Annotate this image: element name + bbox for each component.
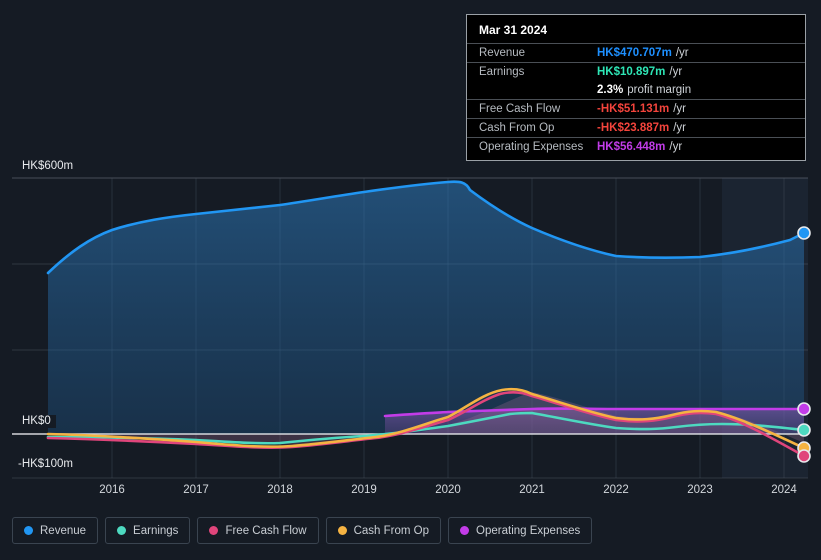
tooltip-value-earnings: HK$10.897m [597, 66, 666, 78]
legend-dot-free-cash-flow-icon [209, 526, 219, 535]
tooltip-value-revenue: HK$470.707m [597, 47, 672, 59]
tooltip-key-cash-from-op: Cash From Op [479, 122, 555, 134]
x-axis-label-2021: 2021 [519, 484, 545, 496]
x-axis-label-2024: 2024 [771, 484, 797, 496]
y-axis-label-600: HK$600m [22, 160, 79, 173]
chart-canvas: HK$600m HK$0 -HK$100m 2016 2017 2018 201… [0, 0, 821, 505]
endpoint-operating-expenses [797, 402, 811, 416]
tooltip-value-operating-expenses: HK$56.448m [597, 141, 666, 153]
legend-item-free-cash-flow[interactable]: Free Cash Flow [197, 517, 319, 544]
tooltip-row-cash-from-op: Cash From Op -HK$23.887m /yr [467, 118, 805, 137]
legend-dot-revenue-icon [24, 526, 33, 535]
x-axis-label-2016: 2016 [99, 484, 125, 496]
legend-dot-cash-from-op-icon [337, 526, 347, 535]
tooltip-unit-earnings: /yr [669, 66, 683, 78]
tooltip-key-earnings: Earnings [479, 66, 525, 78]
tooltip-value-profit-margin: 2.3% [597, 84, 624, 96]
tooltip-value-free-cash-flow: -HK$51.131m [597, 103, 670, 115]
endpoint-earnings [797, 423, 811, 437]
financial-chart-page: HK$600m HK$0 -HK$100m 2016 2017 2018 201… [0, 0, 821, 560]
tooltip-unit-revenue: /yr [675, 47, 689, 59]
tooltip-row-profit-margin: 2.3% profit margin [467, 81, 805, 99]
tooltip-row-revenue: Revenue HK$470.707m /yr [467, 43, 805, 62]
y-axis-label-0: HK$0 [22, 415, 56, 428]
y-axis-label-neg100: -HK$100m [18, 458, 78, 471]
legend-label-revenue: Revenue [40, 524, 87, 537]
legend-item-earnings[interactable]: Earnings [105, 517, 191, 544]
x-axis-label-2019: 2019 [351, 484, 377, 496]
x-axis-label-2020: 2020 [435, 484, 461, 496]
tooltip-row-operating-expenses: Operating Expenses HK$56.448m /yr [467, 137, 805, 156]
legend-dot-earnings-icon [117, 526, 127, 535]
tooltip-unit-profit-margin: profit margin [627, 84, 692, 96]
endpoint-revenue [797, 226, 811, 240]
tooltip-unit-free-cash-flow: /yr [673, 103, 687, 115]
tooltip-row-free-cash-flow: Free Cash Flow -HK$51.131m /yr [467, 99, 805, 118]
legend-item-revenue[interactable]: Revenue [12, 517, 99, 544]
x-axis-label-2022: 2022 [603, 484, 629, 496]
tooltip-key-operating-expenses: Operating Expenses [479, 141, 584, 153]
x-axis-label-2023: 2023 [687, 484, 713, 496]
legend-label-cash-from-op: Cash From Op [353, 524, 430, 537]
data-tooltip: Mar 31 2024 Revenue HK$470.707m /yr Earn… [466, 14, 806, 161]
endpoint-free-cash-flow [797, 449, 811, 463]
legend-label-earnings: Earnings [133, 524, 179, 537]
tooltip-date: Mar 31 2024 [479, 23, 548, 37]
tooltip-key-revenue: Revenue [479, 47, 526, 59]
legend-label-operating-expenses: Operating Expenses [476, 524, 581, 537]
chart-legend: Revenue Earnings Free Cash Flow Cash Fro… [12, 517, 593, 544]
tooltip-key-free-cash-flow: Free Cash Flow [479, 103, 561, 115]
tooltip-unit-cash-from-op: /yr [673, 122, 687, 134]
tooltip-row-earnings: Earnings HK$10.897m /yr [467, 62, 805, 81]
tooltip-unit-operating-expenses: /yr [669, 141, 683, 153]
x-axis-label-2018: 2018 [267, 484, 293, 496]
legend-dot-operating-expenses-icon [460, 526, 470, 535]
tooltip-value-cash-from-op: -HK$23.887m [597, 122, 670, 134]
legend-label-free-cash-flow: Free Cash Flow [225, 524, 307, 537]
legend-item-operating-expenses[interactable]: Operating Expenses [448, 517, 593, 544]
legend-item-cash-from-op[interactable]: Cash From Op [325, 517, 442, 544]
x-axis-label-2017: 2017 [183, 484, 209, 496]
